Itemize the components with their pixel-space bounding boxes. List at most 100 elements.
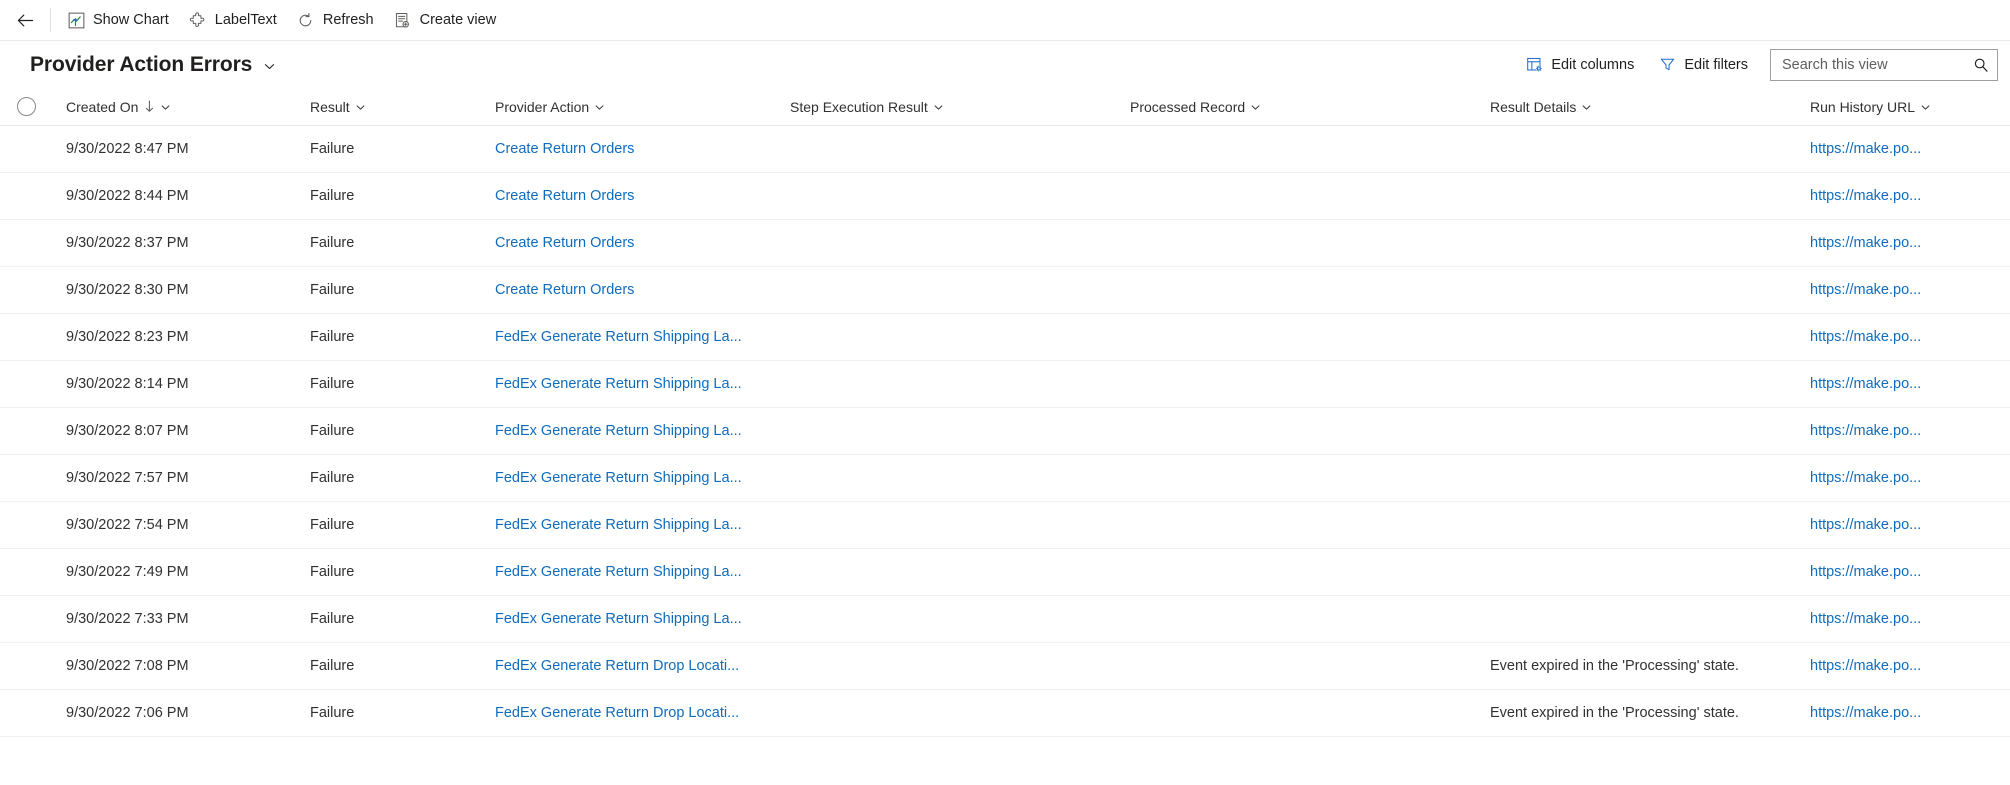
table-row[interactable]: 9/30/2022 8:47 PM Failure Create Return Or… — [0, 126, 2010, 173]
column-header-processed-record[interactable]: Processed Record — [1122, 99, 1482, 115]
chevron-down-icon[interactable] — [1250, 102, 1261, 113]
edit-filters-label: Edit filters — [1684, 56, 1748, 73]
chevron-down-icon[interactable] — [1920, 102, 1931, 113]
cell-run-history-url-link[interactable]: https://make.po... — [1810, 188, 1921, 204]
cell-run-history-url-link[interactable]: https://make.po... — [1810, 329, 1921, 345]
cell-run-history-url-link[interactable]: https://make.po... — [1810, 705, 1921, 721]
chevron-down-icon[interactable] — [355, 102, 366, 113]
show-chart-button[interactable]: Show Chart — [57, 3, 179, 37]
create-view-button[interactable]: Create view — [384, 3, 507, 37]
cell-run-history-url: https://make.po... — [1802, 329, 2010, 345]
column-header-provider-action[interactable]: Provider Action — [487, 99, 782, 115]
edit-columns-button[interactable]: Edit columns — [1515, 49, 1644, 81]
column-header-run-history-url[interactable]: Run History URL — [1802, 99, 2010, 115]
table-row[interactable]: 9/30/2022 7:57 PM Failure FedEx Generate R… — [0, 455, 2010, 502]
cell-run-history-url-link[interactable]: https://make.po... — [1810, 282, 1921, 298]
show-chart-icon — [67, 11, 85, 29]
cell-provider-action-link[interactable]: FedEx Generate Return Shipping La... — [495, 376, 742, 392]
table-row[interactable]: 9/30/2022 8:07 PM Failure FedEx Generate R… — [0, 408, 2010, 455]
cell-provider-action: FedEx Generate Return Drop Locati... — [487, 658, 782, 674]
cell-result-details: Event expired in the 'Processing' state. — [1482, 705, 1802, 721]
edit-columns-icon — [1525, 56, 1543, 74]
chevron-down-icon[interactable] — [263, 60, 276, 73]
cell-provider-action-link[interactable]: FedEx Generate Return Shipping La... — [495, 423, 742, 439]
select-all-cell[interactable] — [0, 97, 52, 116]
labeltext-label: LabelText — [214, 11, 277, 28]
cell-provider-action: Create Return Orders — [487, 282, 782, 298]
cell-provider-action-link[interactable]: FedEx Generate Return Drop Locati... — [495, 658, 739, 674]
table-row[interactable]: 9/30/2022 8:30 PM Failure Create Return Or… — [0, 267, 2010, 314]
column-header-label: Provider Action — [495, 98, 590, 115]
edit-filters-button[interactable]: Edit filters — [1648, 49, 1758, 81]
cell-provider-action: Create Return Orders — [487, 141, 782, 157]
table-row[interactable]: 9/30/2022 7:33 PM Failure FedEx Generate R… — [0, 596, 2010, 643]
table-row[interactable]: 9/30/2022 8:37 PM Failure Create Return Or… — [0, 220, 2010, 267]
refresh-label: Refresh — [322, 11, 374, 28]
create-view-icon — [394, 11, 412, 29]
table-row[interactable]: 9/30/2022 7:08 PM Failure FedEx Generate R… — [0, 643, 2010, 690]
search-box[interactable] — [1770, 48, 1998, 81]
cell-result-text: Failure — [310, 705, 355, 721]
cell-provider-action: FedEx Generate Return Shipping La... — [487, 611, 782, 627]
cell-provider-action-link[interactable]: FedEx Generate Return Shipping La... — [495, 329, 742, 345]
chevron-down-icon[interactable] — [160, 102, 171, 113]
table-row[interactable]: 9/30/2022 8:23 PM Failure FedEx Generate R… — [0, 314, 2010, 361]
cell-created-on-text: 9/30/2022 7:57 PM — [66, 470, 189, 486]
cell-run-history-url-link[interactable]: https://make.po... — [1810, 141, 1921, 157]
cell-run-history-url-link[interactable]: https://make.po... — [1810, 611, 1921, 627]
cell-run-history-url: https://make.po... — [1802, 141, 2010, 157]
cell-run-history-url: https://make.po... — [1802, 611, 2010, 627]
column-header-result-details[interactable]: Result Details — [1482, 99, 1802, 115]
cell-provider-action-link[interactable]: Create Return Orders — [495, 141, 634, 157]
table-row[interactable]: 9/30/2022 7:54 PM Failure FedEx Generate R… — [0, 502, 2010, 549]
cell-result-details-text: Event expired in the 'Processing' state. — [1490, 705, 1739, 721]
chevron-down-icon[interactable] — [933, 102, 944, 113]
cell-run-history-url-link[interactable]: https://make.po... — [1810, 658, 1921, 674]
back-button[interactable] — [8, 3, 42, 37]
cell-provider-action-link[interactable]: Create Return Orders — [495, 235, 634, 251]
cell-provider-action-link[interactable]: FedEx Generate Return Drop Locati... — [495, 705, 739, 721]
cell-provider-action-link[interactable]: FedEx Generate Return Shipping La... — [495, 564, 742, 580]
chevron-down-icon[interactable] — [594, 102, 605, 113]
cell-created-on: 9/30/2022 7:49 PM — [52, 564, 302, 580]
cell-run-history-url-link[interactable]: https://make.po... — [1810, 376, 1921, 392]
cell-provider-action-link[interactable]: FedEx Generate Return Shipping La... — [495, 517, 742, 533]
cell-run-history-url: https://make.po... — [1802, 423, 2010, 439]
column-header-created-on[interactable]: Created On — [52, 99, 302, 115]
cell-provider-action-link[interactable]: Create Return Orders — [495, 282, 634, 298]
cell-run-history-url-link[interactable]: https://make.po... — [1810, 235, 1921, 251]
filter-icon — [1658, 56, 1676, 74]
cell-result: Failure — [302, 235, 487, 251]
labeltext-button[interactable]: LabelText — [179, 3, 287, 37]
cell-created-on-text: 9/30/2022 7:54 PM — [66, 517, 189, 533]
cell-result-text: Failure — [310, 423, 355, 439]
cell-result-text: Failure — [310, 611, 355, 627]
refresh-button[interactable]: Refresh — [287, 3, 384, 37]
cell-created-on-text: 9/30/2022 8:30 PM — [66, 282, 189, 298]
search-icon[interactable] — [1973, 57, 1989, 73]
cell-run-history-url-link[interactable]: https://make.po... — [1810, 517, 1921, 533]
table-row[interactable]: 9/30/2022 8:14 PM Failure FedEx Generate R… — [0, 361, 2010, 408]
cell-run-history-url-link[interactable]: https://make.po... — [1810, 423, 1921, 439]
table-row[interactable]: 9/30/2022 7:49 PM Failure FedEx Generate R… — [0, 549, 2010, 596]
cell-created-on-text: 9/30/2022 8:37 PM — [66, 235, 189, 251]
search-input[interactable] — [1782, 56, 1973, 73]
column-header-label: Created On — [66, 98, 139, 115]
column-header-step-execution-result[interactable]: Step Execution Result — [782, 99, 1122, 115]
table-row[interactable]: 9/30/2022 8:44 PM Failure Create Return Or… — [0, 173, 2010, 220]
cell-provider-action-link[interactable]: FedEx Generate Return Shipping La... — [495, 470, 742, 486]
column-header-result[interactable]: Result — [302, 99, 487, 115]
cell-run-history-url-link[interactable]: https://make.po... — [1810, 470, 1921, 486]
cell-provider-action-link[interactable]: FedEx Generate Return Shipping La... — [495, 611, 742, 627]
cell-result: Failure — [302, 705, 487, 721]
table-row[interactable]: 9/30/2022 7:06 PM Failure FedEx Generate R… — [0, 690, 2010, 737]
chevron-down-icon[interactable] — [1581, 102, 1592, 113]
cell-result-text: Failure — [310, 141, 355, 157]
cell-run-history-url-link[interactable]: https://make.po... — [1810, 564, 1921, 580]
cell-created-on: 9/30/2022 8:30 PM — [52, 282, 302, 298]
view-selector[interactable]: Provider Action Errors — [30, 53, 276, 77]
show-chart-label: Show Chart — [93, 11, 169, 28]
select-all-circle-icon[interactable] — [16, 97, 36, 116]
cell-provider-action-link[interactable]: Create Return Orders — [495, 188, 634, 204]
view-header: Provider Action Errors Edit columns Edit… — [0, 41, 2010, 88]
